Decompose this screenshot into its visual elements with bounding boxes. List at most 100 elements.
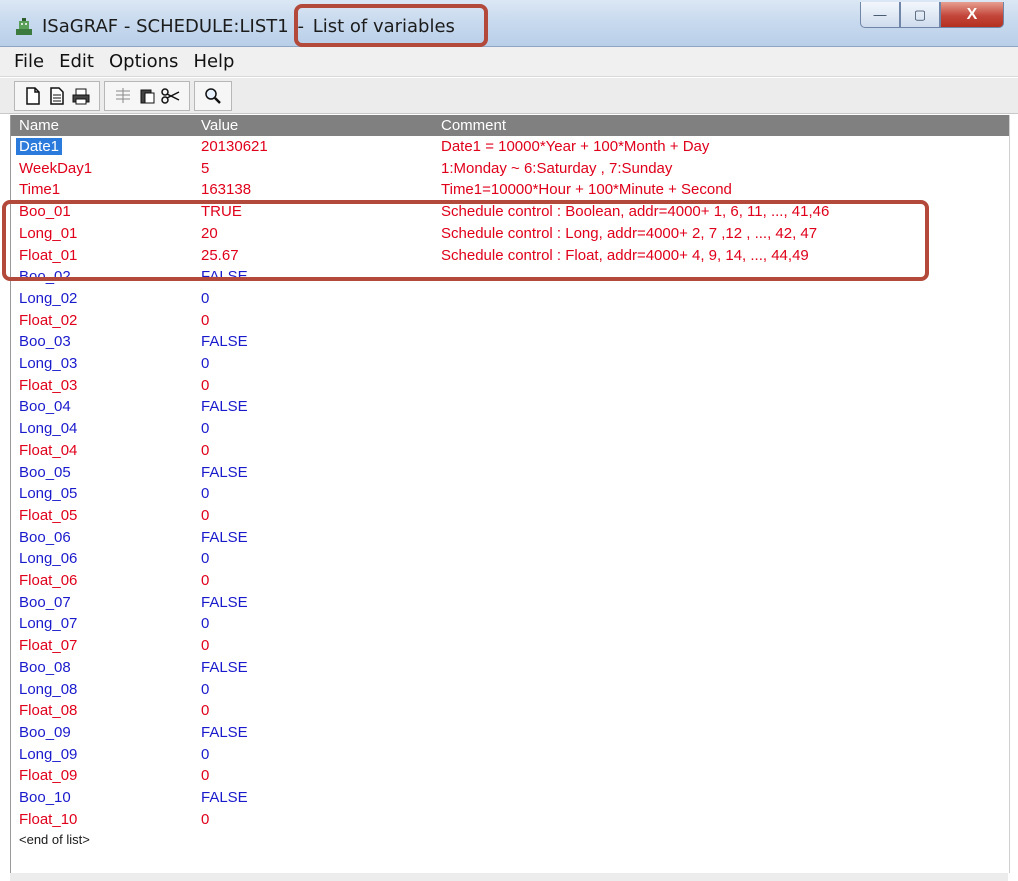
variable-name[interactable]: Float_01 [19, 247, 77, 264]
variable-value[interactable]: 0 [201, 572, 209, 589]
variable-name[interactable]: Long_03 [19, 355, 77, 372]
variable-value[interactable]: 0 [201, 420, 209, 437]
table-row[interactable]: Float_03 0 [11, 376, 1009, 397]
variable-name[interactable]: Float_07 [19, 637, 77, 654]
variable-name[interactable]: Float_05 [19, 507, 77, 524]
variable-name[interactable]: Boo_01 [19, 203, 71, 220]
variable-value[interactable]: 0 [201, 702, 209, 719]
table-row[interactable]: Float_10 0 [11, 810, 1009, 831]
variable-value[interactable]: 5 [201, 160, 209, 177]
table-row[interactable]: WeekDay1 5 1:Monday ~ 6:Saturday , 7:Sunda… [11, 159, 1009, 180]
variable-value[interactable]: 20 [201, 225, 218, 242]
variable-name[interactable]: Boo_05 [19, 464, 71, 481]
variable-name[interactable]: Boo_03 [19, 333, 71, 350]
new-doc-icon[interactable] [21, 85, 45, 107]
variable-value[interactable]: FALSE [201, 268, 248, 285]
variable-value[interactable]: 0 [201, 811, 209, 828]
variable-name[interactable]: Boo_09 [19, 724, 71, 741]
variable-name[interactable]: Long_05 [19, 485, 77, 502]
variable-name[interactable]: Float_04 [19, 442, 77, 459]
variable-value[interactable]: TRUE [201, 203, 242, 220]
table-row[interactable]: Float_09 0 [11, 766, 1009, 787]
title-bar[interactable]: ISaGRAF - SCHEDULE:LIST1 - List of varia… [0, 0, 1018, 47]
variable-value[interactable]: 163138 [201, 181, 251, 198]
header-comment[interactable]: Comment [441, 117, 506, 134]
variable-name[interactable]: Long_04 [19, 420, 77, 437]
table-row[interactable]: Float_07 0 [11, 636, 1009, 657]
variable-value[interactable]: 20130621 [201, 138, 268, 155]
menu-help[interactable]: Help [193, 51, 234, 72]
variable-comment[interactable]: Schedule control : Float, addr=4000+ 4, … [441, 247, 809, 264]
variable-value[interactable]: FALSE [201, 724, 248, 741]
variable-value[interactable]: FALSE [201, 594, 248, 611]
variable-value[interactable]: 0 [201, 290, 209, 307]
variable-value[interactable]: 0 [201, 767, 209, 784]
variable-name[interactable]: Long_08 [19, 681, 77, 698]
table-row[interactable]: Float_02 0 [11, 311, 1009, 332]
variable-name[interactable]: Boo_02 [19, 268, 71, 285]
table-row[interactable]: Long_01 20 Schedule control : Long, addr=4… [11, 224, 1009, 245]
variable-list[interactable]: Name Value Comment Date1 20130621 Date1 = … [10, 115, 1010, 873]
table-row[interactable]: Boo_04 FALSE [11, 397, 1009, 418]
variable-name[interactable]: Long_09 [19, 746, 77, 763]
insert-icon[interactable] [111, 85, 135, 107]
variable-value[interactable]: 0 [201, 312, 209, 329]
variable-value[interactable]: 0 [201, 615, 209, 632]
cut-icon[interactable] [159, 85, 183, 107]
variable-name[interactable]: Date1 [16, 138, 63, 155]
menu-file[interactable]: File [14, 51, 44, 72]
variable-comment[interactable]: Time1=10000*Hour + 100*Minute + Second [441, 181, 732, 198]
table-row[interactable]: Long_02 0 [11, 289, 1009, 310]
table-row[interactable]: Float_01 25.67 Schedule control : Float, a… [11, 246, 1009, 267]
table-row[interactable]: Boo_02 FALSE [11, 267, 1009, 288]
variable-value[interactable]: FALSE [201, 398, 248, 415]
variable-value[interactable]: FALSE [201, 464, 248, 481]
variable-name[interactable]: Long_07 [19, 615, 77, 632]
table-row[interactable]: Float_08 0 [11, 701, 1009, 722]
table-row[interactable]: Long_08 0 [11, 680, 1009, 701]
variable-value[interactable]: 0 [201, 746, 209, 763]
table-row[interactable]: Long_09 0 [11, 745, 1009, 766]
maximize-button[interactable]: ▢ [900, 2, 940, 28]
variable-comment[interactable]: 1:Monday ~ 6:Saturday , 7:Sunday [441, 160, 672, 177]
variable-name[interactable]: Long_01 [19, 225, 77, 242]
table-row[interactable]: Long_06 0 [11, 549, 1009, 570]
table-row[interactable]: Boo_05 FALSE [11, 463, 1009, 484]
variable-value[interactable]: FALSE [201, 789, 248, 806]
isagraf-app-icon[interactable] [14, 17, 34, 37]
variable-name[interactable]: Time1 [19, 181, 60, 198]
table-row[interactable]: Boo_03 FALSE [11, 332, 1009, 353]
variable-value[interactable]: 0 [201, 377, 209, 394]
variable-value[interactable]: 0 [201, 442, 209, 459]
header-name[interactable]: Name [19, 117, 59, 134]
table-row[interactable]: Float_06 0 [11, 571, 1009, 592]
variable-comment[interactable]: Schedule control : Boolean, addr=4000+ 1… [441, 203, 829, 220]
variable-name[interactable]: Boo_07 [19, 594, 71, 611]
variable-value[interactable]: FALSE [201, 333, 248, 350]
variable-value[interactable]: 0 [201, 485, 209, 502]
variable-name[interactable]: Float_08 [19, 702, 77, 719]
variable-name[interactable]: Float_02 [19, 312, 77, 329]
table-row[interactable]: Float_04 0 [11, 441, 1009, 462]
variable-value[interactable]: 0 [201, 681, 209, 698]
variable-name[interactable]: Long_06 [19, 550, 77, 567]
variable-value[interactable]: FALSE [201, 659, 248, 676]
table-row[interactable]: Boo_08 FALSE [11, 658, 1009, 679]
variable-name[interactable]: Long_02 [19, 290, 77, 307]
table-row[interactable]: Boo_09 FALSE [11, 723, 1009, 744]
table-row[interactable]: Float_05 0 [11, 506, 1009, 527]
properties-icon[interactable] [45, 85, 69, 107]
table-row[interactable]: Time1 163138 Time1=10000*Hour + 100*Minute… [11, 180, 1009, 201]
table-row[interactable]: Long_05 0 [11, 484, 1009, 505]
variable-name[interactable]: Float_03 [19, 377, 77, 394]
search-icon[interactable] [201, 85, 225, 107]
variable-name[interactable]: Float_09 [19, 767, 77, 784]
table-row[interactable]: Boo_06 FALSE [11, 528, 1009, 549]
variable-name[interactable]: Float_06 [19, 572, 77, 589]
table-row[interactable]: Long_07 0 [11, 614, 1009, 635]
close-button[interactable]: X [940, 2, 1004, 28]
table-row[interactable]: Date1 20130621 Date1 = 10000*Year + 100*Mo… [11, 137, 1009, 158]
variable-name[interactable]: Boo_10 [19, 789, 71, 806]
variable-name[interactable]: Boo_08 [19, 659, 71, 676]
table-row[interactable]: Boo_01 TRUE Schedule control : Boolean, ad… [11, 202, 1009, 223]
